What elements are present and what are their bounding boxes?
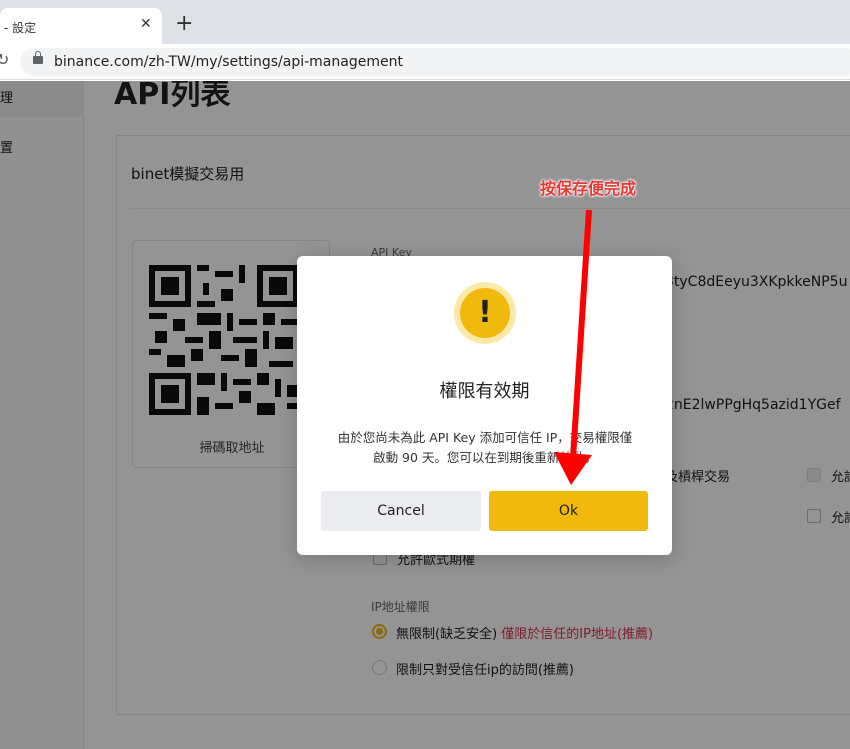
warning-icon: ! [454,282,516,344]
ok-button[interactable]: Ok [489,491,648,531]
browser-tab[interactable]: - 設定 ✕ [0,8,162,44]
dialog-message: 由於您尚未為此 API Key 添加可信任 IP，交易權限僅 啟動 90 天。您… [315,428,655,468]
annotation-text: 按保存便完成 [540,179,637,198]
close-icon[interactable]: ✕ [140,16,152,32]
exclamation-icon: ! [460,288,510,338]
lock-icon [33,51,43,64]
reload-icon[interactable]: ↻ [0,50,9,69]
new-tab-icon[interactable]: + [175,13,193,35]
dialog-title: 權限有效期 [439,381,530,402]
dialog-message-line: 啟動 90 天。您可以在到期後重新啟動。 [373,450,597,465]
tab-title: - 設定 [4,21,37,35]
browser-window: - 設定 ✕ + ↻ binance.com/zh-TW/my/settings… [0,0,850,749]
permission-dialog: ! 權限有效期 由於您尚未為此 API Key 添加可信任 IP，交易權限僅 啟… [297,256,672,555]
dialog-message-line: 由於您尚未為此 API Key 添加可信任 IP，交易權限僅 [337,430,633,445]
url-text[interactable]: binance.com/zh-TW/my/settings/api-manage… [54,54,403,70]
address-toolbar: ↻ binance.com/zh-TW/my/settings/api-mana… [0,44,850,80]
cancel-button[interactable]: Cancel [321,491,481,531]
tab-bar: - 設定 ✕ + [0,0,850,44]
address-bar[interactable]: binance.com/zh-TW/my/settings/api-manage… [20,48,850,76]
